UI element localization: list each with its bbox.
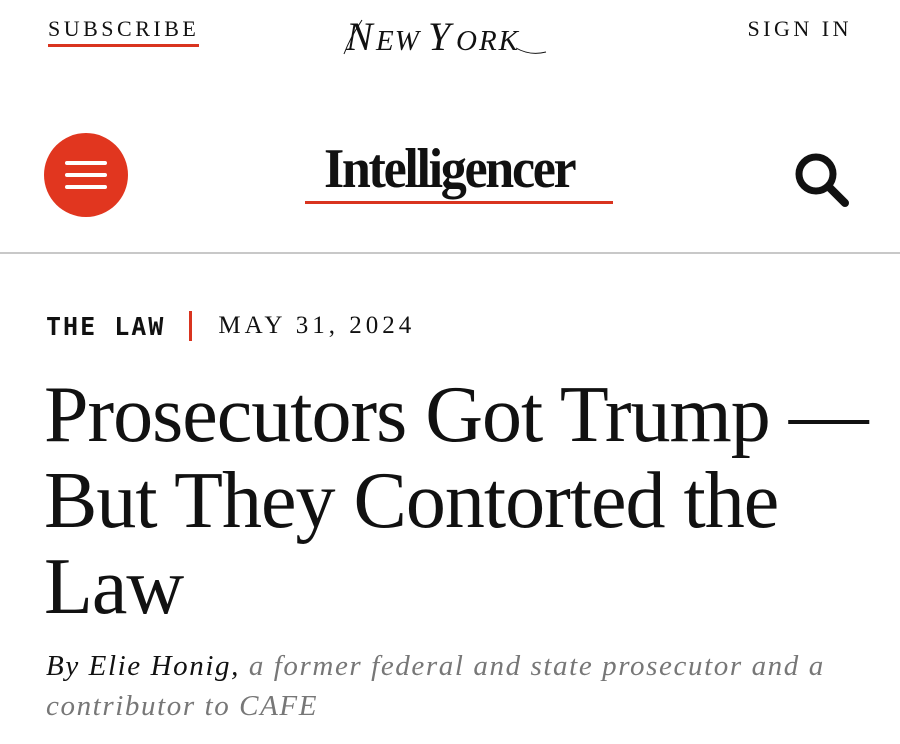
- byline: By Elie Honig, a former federal and stat…: [46, 646, 866, 726]
- logo-underline: [305, 201, 613, 204]
- rubric-separator: [189, 311, 193, 341]
- new-york-logo[interactable]: N EW Y ORK: [340, 8, 560, 64]
- publish-date: MAY 31, 2024: [218, 312, 416, 339]
- section-link[interactable]: THE LAW: [46, 312, 165, 341]
- new-york-logo-mark: N EW Y ORK: [343, 14, 547, 59]
- svg-text:ORK: ORK: [456, 25, 520, 57]
- search-button[interactable]: [790, 148, 852, 210]
- sign-in-link[interactable]: SIGN IN: [747, 16, 852, 42]
- svg-text:EW: EW: [375, 25, 422, 57]
- search-icon: [795, 153, 849, 207]
- intelligencer-logo[interactable]: Intelligencer: [305, 138, 593, 200]
- byline-prefix: By: [46, 650, 80, 682]
- svg-text:N: N: [345, 14, 375, 59]
- subscribe-link[interactable]: SUBSCRIBE: [48, 16, 200, 47]
- author-link[interactable]: Elie Honig,: [89, 650, 240, 682]
- article-headline: Prosecutors Got Trump — But They Contort…: [44, 371, 869, 631]
- header-divider: [0, 252, 900, 254]
- top-bar: SUBSCRIBE N EW Y ORK SIGN IN: [0, 0, 900, 80]
- brand-bar: Intelligencer: [0, 120, 900, 240]
- menu-button[interactable]: [44, 133, 128, 217]
- svg-text:Y: Y: [428, 14, 454, 59]
- article-rubric: THE LAW MAY 31, 2024: [46, 310, 415, 342]
